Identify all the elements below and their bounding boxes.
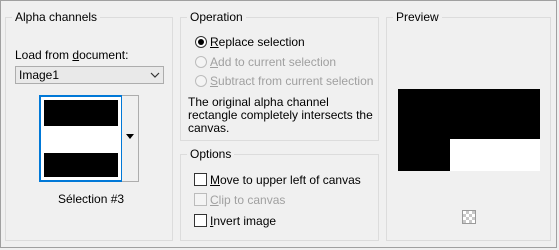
clip-to-canvas-label[interactable]: Clip to canvas [210, 193, 285, 207]
options-title: Options [187, 146, 235, 162]
selection-thumbnail-image [44, 100, 118, 177]
move-to-upper-left-label[interactable]: Move to upper left of canvas [210, 173, 361, 187]
operation-message-line2: rectangle completely intersects the [188, 108, 373, 122]
operation-message-line3: canvas. [188, 121, 230, 135]
triangle-down-icon [126, 134, 134, 139]
selection-dropdown-button[interactable] [122, 95, 139, 182]
add-to-selection-label[interactable]: Add to current selection [210, 55, 336, 69]
preview-image [398, 89, 540, 171]
load-from-document-label: Load from document: [15, 48, 129, 62]
chevron-down-icon [150, 72, 160, 78]
subtract-from-selection-label[interactable]: Subtract from current selection [210, 74, 373, 88]
preview-title: Preview [393, 9, 442, 25]
invert-image-checkbox[interactable] [194, 214, 207, 227]
checkerboard-icon[interactable] [462, 210, 476, 224]
replace-selection-radio[interactable] [195, 36, 207, 48]
document-select-value: Image1 [19, 68, 60, 82]
operation-title: Operation [187, 9, 246, 25]
subtract-from-selection-radio[interactable] [195, 75, 207, 87]
alpha-channels-title: Alpha channels [12, 9, 101, 25]
add-to-selection-radio[interactable] [195, 56, 207, 68]
replace-selection-label[interactable]: Replace selection [210, 35, 305, 49]
invert-image-label[interactable]: Invert image [210, 214, 276, 228]
clip-to-canvas-checkbox[interactable] [194, 193, 207, 206]
operation-message-line1: The original alpha channel [188, 95, 329, 109]
selection-thumbnail[interactable] [39, 95, 123, 182]
move-to-upper-left-checkbox[interactable] [194, 173, 207, 186]
document-select[interactable]: Image1 [15, 66, 164, 84]
selection-name: Sélection #3 [58, 192, 125, 206]
